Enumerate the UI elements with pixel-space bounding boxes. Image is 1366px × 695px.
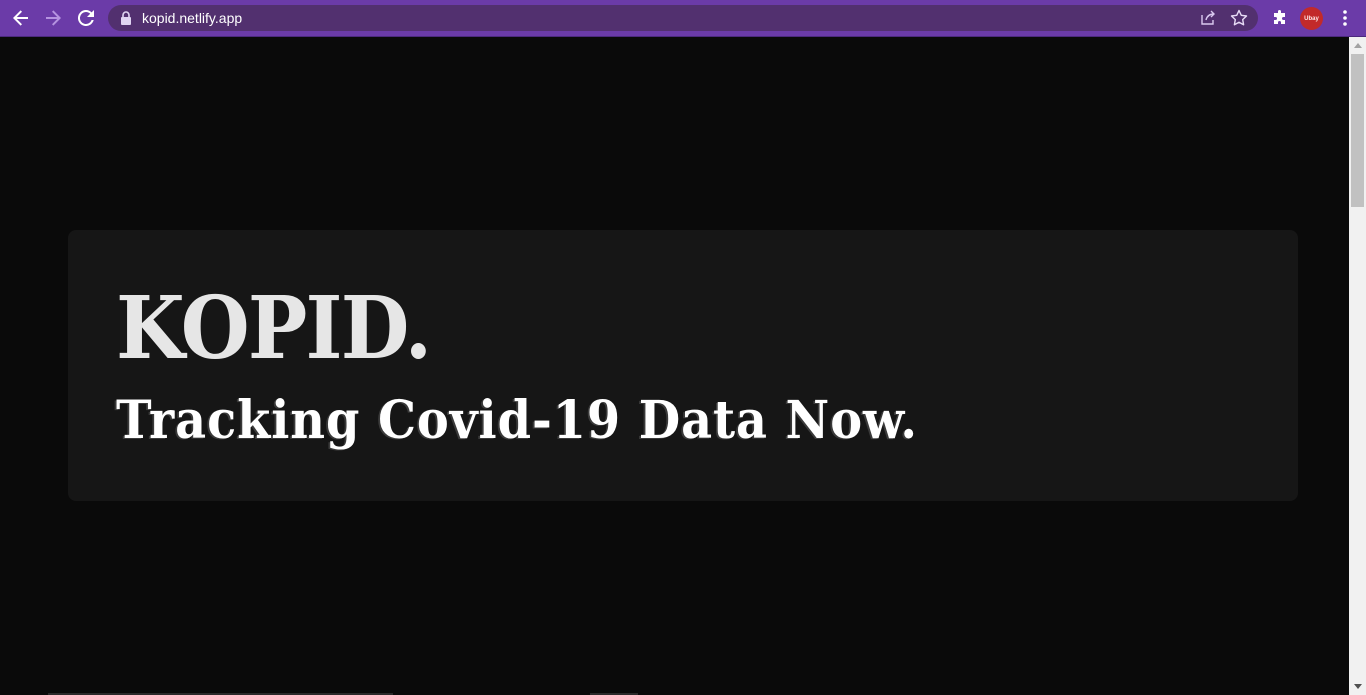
back-button[interactable] [8, 5, 34, 31]
share-icon[interactable] [1200, 10, 1216, 26]
reload-button[interactable] [73, 5, 99, 31]
profile-avatar-label: Ubay [1304, 15, 1319, 22]
arrow-left-icon [13, 10, 28, 26]
reload-icon [78, 10, 94, 26]
hero-card: KOPID. Tracking Covid-19 Data Now. [68, 230, 1298, 501]
vertical-scrollbar[interactable] [1349, 37, 1366, 695]
triangle-down-icon [1353, 684, 1362, 689]
extensions-button[interactable] [1267, 5, 1293, 31]
arrow-right-icon [46, 10, 61, 26]
scroll-down-button[interactable] [1349, 678, 1366, 695]
hero-tagline: Tracking Covid-19 Data Now. [116, 390, 918, 451]
address-bar[interactable]: kopid.netlify.app [108, 5, 1258, 31]
brand-title: KOPID. [116, 278, 432, 379]
puzzle-icon [1274, 10, 1285, 24]
star-icon[interactable] [1230, 9, 1248, 27]
kebab-menu-icon [1343, 10, 1347, 26]
browser-toolbar: kopid.netlify.app Ubay [0, 0, 1366, 37]
browser-menu-button[interactable] [1332, 5, 1358, 31]
lock-icon [121, 11, 131, 25]
url-text: kopid.netlify.app [142, 10, 243, 26]
page-viewport: KOPID. Tracking Covid-19 Data Now. [0, 37, 1349, 695]
triangle-up-icon [1353, 43, 1362, 48]
scrollbar-thumb[interactable] [1351, 54, 1364, 207]
forward-button[interactable] [40, 5, 66, 31]
scroll-up-button[interactable] [1349, 37, 1366, 54]
profile-avatar-button[interactable]: Ubay [1300, 7, 1323, 30]
